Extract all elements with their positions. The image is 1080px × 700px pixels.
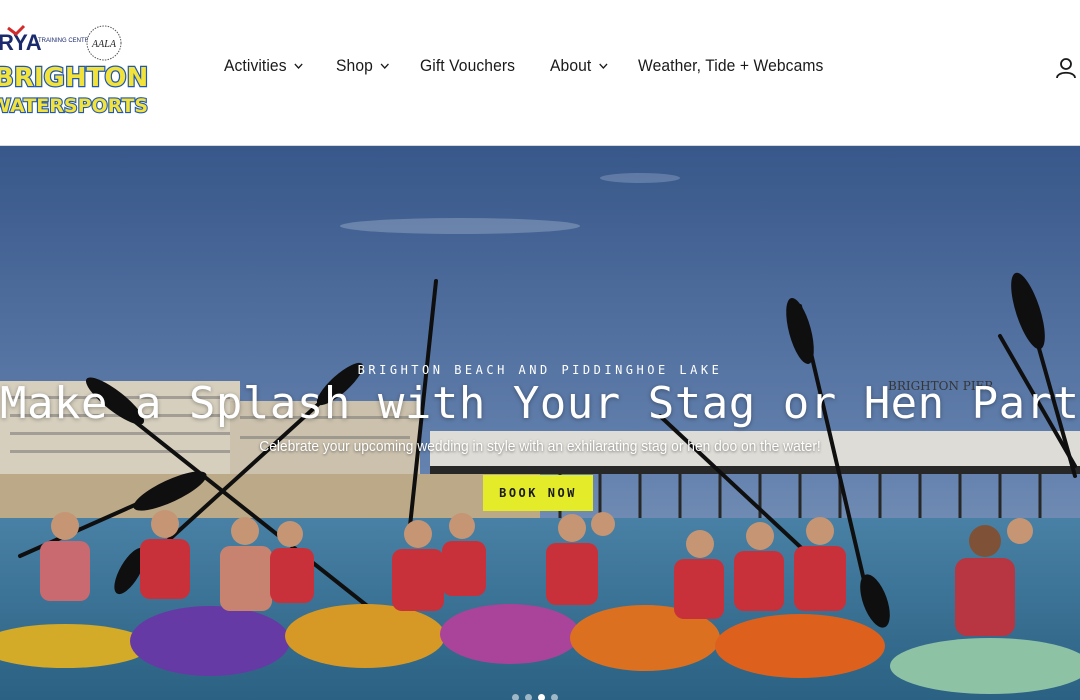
slider-dot[interactable] [512, 694, 519, 700]
chevron-down-icon [380, 63, 390, 69]
rya-subtext: TRAINING CENTRE [38, 38, 93, 44]
user-icon[interactable] [1055, 57, 1077, 79]
nav-item-shop[interactable]: Shop [336, 52, 390, 80]
nav-item-label: Activities [224, 56, 287, 75]
book-now-button[interactable]: BOOK NOW [483, 475, 593, 511]
slider-dot-active[interactable] [538, 694, 545, 700]
nav-item-label: Shop [336, 56, 373, 75]
brand-line-2: WATERSPORTS [0, 95, 148, 117]
nav-item-weather[interactable]: Weather, Tide + Webcams [638, 52, 823, 80]
main-nav: Activities Shop Gift Vouchers About Weat… [224, 52, 866, 80]
slider-dot[interactable] [551, 694, 558, 700]
slider-dots [512, 694, 558, 700]
nav-item-activities[interactable]: Activities [224, 52, 303, 80]
hero-photo: BRIGHTON PIER [0, 146, 1080, 700]
nav-item-label: Gift Vouchers [420, 56, 516, 75]
slider-dot[interactable] [525, 694, 532, 700]
nav-item-label: About [549, 56, 591, 75]
brighton-watersports-logo[interactable]: RYA TRAINING CENTRE AALA BRIGHTON WATERS… [0, 22, 149, 122]
nav-item-gift-vouchers[interactable]: Gift Vouchers [420, 52, 515, 80]
nav-item-label: Weather, Tide + Webcams [638, 56, 824, 75]
brand-line-1: BRIGHTON [0, 63, 148, 93]
rya-logo-text: RYA [0, 30, 42, 55]
site-header: RYA TRAINING CENTRE AALA BRIGHTON WATERS… [0, 0, 1080, 146]
chevron-down-icon [294, 63, 303, 69]
nav-item-about[interactable]: About [550, 52, 608, 80]
chevron-down-icon [598, 63, 607, 69]
aala-logo-text: AALA [91, 39, 117, 50]
hero-banner: BRIGHTON PIER BRIGHTON BEACH AND PIDDING… [0, 146, 1080, 700]
